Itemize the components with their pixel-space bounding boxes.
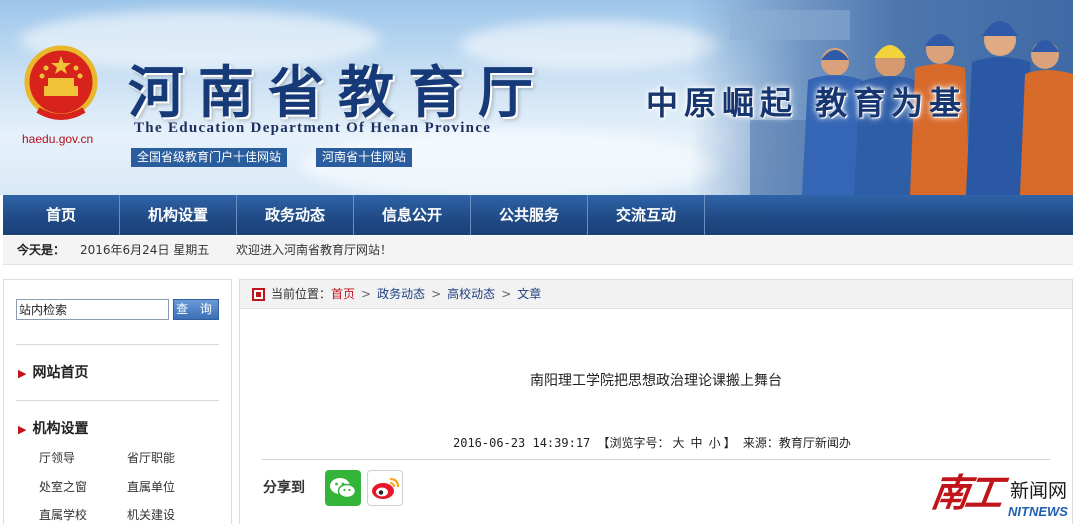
arrow-right-icon: ▶ bbox=[18, 423, 27, 436]
nav-item-home[interactable]: 首页 bbox=[3, 195, 120, 235]
share-weibo-button[interactable] bbox=[367, 470, 403, 506]
watermark-english: NITNEWS bbox=[1008, 504, 1068, 519]
sidebar-link-functions[interactable]: 省厅职能 bbox=[127, 449, 175, 466]
breadcrumb-separator: > bbox=[431, 287, 442, 301]
font-size-medium[interactable]: 中 bbox=[691, 436, 703, 450]
breadcrumb-government-news[interactable]: 政务动态 bbox=[377, 287, 425, 301]
watermark-chinese: 南工 bbox=[928, 470, 1003, 515]
sidebar-link-affiliated-units[interactable]: 直属单位 bbox=[127, 478, 175, 495]
main-nav: 首页 机构设置 政务动态 信息公开 公共服务 交流互动 bbox=[3, 195, 1073, 235]
wechat-icon bbox=[330, 478, 357, 499]
article-title: 南阳理工学院把思想政治理论课搬上舞台 bbox=[530, 373, 782, 389]
breadcrumb: 当前位置：首页 > 政务动态 > 高校动态 > 文章 bbox=[240, 280, 1072, 309]
font-size-small[interactable]: 小 bbox=[709, 436, 721, 450]
date-bar: 今天是： 2016年6月24日 星期五 欢迎进入河南省教育厅网站！ bbox=[3, 236, 1073, 265]
sidebar-link-divisions[interactable]: 处室之窗 bbox=[39, 478, 87, 495]
share-label: 分享到 bbox=[263, 480, 305, 496]
award-badge: 全国省级教育门户十佳网站 bbox=[131, 148, 288, 167]
share-wechat-button[interactable] bbox=[325, 470, 361, 506]
font-size-close: 】 bbox=[723, 436, 736, 450]
sidebar: 查 询 ▶网站首页 ▶机构设置 厅领导 省厅职能 处室之窗 直属单位 直属学校 … bbox=[3, 279, 232, 524]
news-watermark-logo: 南工 新闻网 NITNEWS bbox=[926, 458, 1073, 524]
site-title: 河南省教育厅 bbox=[128, 60, 548, 126]
nav-item-information-disclosure[interactable]: 信息公开 bbox=[354, 195, 471, 235]
breadcrumb-article[interactable]: 文章 bbox=[517, 287, 541, 301]
award-badge: 河南省十佳网站 bbox=[316, 148, 413, 167]
sidebar-item-label: 机构设置 bbox=[32, 421, 89, 437]
breadcrumb-label: 当前位置： bbox=[271, 287, 332, 301]
nav-item-interaction[interactable]: 交流互动 bbox=[588, 195, 705, 235]
site-search-input[interactable] bbox=[16, 299, 169, 320]
watermark-news: 新闻网 bbox=[1010, 480, 1068, 502]
header-banner: haedu.gov.cn 河南省教育厅 The Education Depart… bbox=[0, 0, 1073, 195]
article-source: 来源：教育厅新闻办 bbox=[742, 436, 851, 450]
sidebar-link-agency-building[interactable]: 机关建设 bbox=[127, 506, 175, 523]
divider bbox=[16, 344, 219, 345]
search-button[interactable]: 查 询 bbox=[173, 299, 219, 320]
article-meta: 2016-06-23 14:39:17 【浏览字号：大中小】 来源：教育厅新闻办 bbox=[453, 434, 851, 451]
national-emblem-icon bbox=[24, 45, 98, 120]
arrow-right-icon: ▶ bbox=[18, 367, 27, 380]
today-date: 2016年6月24日 星期五 bbox=[80, 243, 210, 257]
breadcrumb-separator: > bbox=[501, 287, 512, 301]
nav-item-public-services[interactable]: 公共服务 bbox=[471, 195, 588, 235]
sidebar-item-label: 网站首页 bbox=[32, 365, 89, 381]
site-title-english: The Education Department Of Henan Provin… bbox=[134, 120, 492, 136]
weibo-icon bbox=[372, 477, 400, 499]
nav-item-organization[interactable]: 机构设置 bbox=[120, 195, 237, 235]
breadcrumb-separator: > bbox=[361, 287, 372, 301]
sidebar-item-site-home[interactable]: ▶ 网站首页 bbox=[18, 362, 88, 382]
sidebar-link-affiliated-schools[interactable]: 直属学校 bbox=[39, 506, 87, 523]
sidebar-item-organization[interactable]: ▶ 机构设置 bbox=[18, 418, 88, 438]
breadcrumb-home[interactable]: 首页 bbox=[331, 287, 355, 301]
welcome-text: 欢迎进入河南省教育厅网站！ bbox=[236, 243, 393, 257]
site-domain: haedu.gov.cn bbox=[22, 132, 94, 146]
nav-item-government-news[interactable]: 政务动态 bbox=[237, 195, 354, 235]
location-marker-icon bbox=[252, 288, 265, 301]
breadcrumb-trail: 当前位置：首页 > 政务动态 > 高校动态 > 文章 bbox=[271, 280, 541, 309]
breadcrumb-university-news[interactable]: 高校动态 bbox=[447, 287, 495, 301]
today-label: 今天是： bbox=[17, 243, 66, 257]
article-datetime: 2016-06-23 14:39:17 bbox=[453, 436, 591, 450]
font-size-large[interactable]: 大 bbox=[673, 436, 685, 450]
divider bbox=[16, 400, 219, 401]
sidebar-link-leaders[interactable]: 厅领导 bbox=[39, 449, 75, 466]
slogan: 中原崛起 教育为基 bbox=[646, 84, 968, 122]
font-size-label: 【浏览字号： bbox=[597, 436, 670, 450]
